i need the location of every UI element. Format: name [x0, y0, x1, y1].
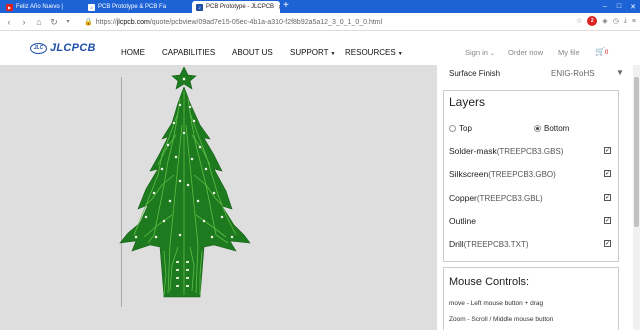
adblock-count: 2: [590, 18, 594, 24]
panel-scrollbar[interactable]: [633, 65, 640, 330]
nav-label: ABOUT US: [232, 48, 273, 57]
layer-row-copper: Copper(TREEPCB3.GBL) ✓: [449, 193, 611, 203]
surface-finish-row: Surface Finish ENIG-RoHS ▼: [449, 68, 624, 78]
layer-row-drill: Drill(TREEPCB3.TXT) ✓: [449, 239, 611, 249]
logo-text: JLCPCB: [50, 42, 96, 54]
close-tab-icon[interactable]: ✕: [278, 4, 280, 11]
layer-name: Solder-mask: [449, 146, 497, 156]
scrollbar-thumb[interactable]: [634, 77, 639, 227]
nav-resources[interactable]: RESOURCES ▼: [345, 48, 403, 57]
mouse-control-line: move - Left mouse button + drag: [449, 300, 544, 307]
mouse-controls-box: Mouse Controls: move - Left mouse button…: [443, 267, 619, 330]
sign-in-link[interactable]: Sign in ⌄: [465, 48, 495, 57]
url-domain: jlcpcb.com: [116, 18, 150, 26]
browser-tab-1[interactable]: J PCB Prototype & PCB Fa: [84, 1, 188, 13]
nav-capabilities[interactable]: CAPABILITIES: [162, 48, 215, 57]
radio-top[interactable]: Top: [449, 124, 472, 133]
radio-selected-icon: [534, 125, 541, 132]
reload-icon[interactable]: ↻: [48, 16, 60, 28]
surface-finish-label: Surface Finish: [449, 69, 501, 78]
history-icon[interactable]: ◷: [613, 17, 619, 25]
site-header: JLC JLCPCB HOME CAPABILITIES ABOUT US SU…: [0, 31, 640, 65]
layer-checkbox[interactable]: ✓: [604, 217, 611, 224]
logo-badge: JLC: [30, 42, 47, 54]
home-icon[interactable]: ⌂: [33, 16, 45, 28]
url-prefix: https://: [95, 18, 117, 26]
nav-label: CAPABILITIES: [162, 48, 216, 57]
surface-finish-value[interactable]: ENIG-RoHS: [551, 69, 595, 78]
tab-label: Feliz Año Nuevo |: [16, 4, 63, 10]
lock-icon: 🔒: [84, 19, 93, 26]
nav-label: RESOURCES: [345, 48, 396, 57]
url-field[interactable]: 🔒 https:// jlcpcb.com /quote/pcbview/09a…: [84, 16, 504, 28]
address-bar: ‹ › ⌂ ↻ ▾ 🔒 https:// jlcpcb.com /quote/p…: [0, 13, 640, 31]
browser-toolbar-right: ☆ 2 ◈ ◷ ⤓ ≡: [576, 16, 636, 26]
layer-row-silkscreen: Silkscreen(TREEPCB3.GBO) ✓: [449, 169, 611, 179]
nav-label: SUPPORT: [290, 48, 329, 57]
close-window-button[interactable]: ✕: [626, 0, 640, 13]
jlcpcb-logo[interactable]: JLC JLCPCB: [30, 42, 96, 54]
download-icon[interactable]: ⤓: [624, 17, 627, 25]
layer-name: Drill: [449, 239, 464, 249]
radio-label: Top: [459, 124, 472, 133]
pcb-options-panel: Surface Finish ENIG-RoHS ▼ Layers Top Bo…: [437, 65, 640, 330]
tab-label: PCB Prototype & PCB Fa: [98, 4, 167, 10]
forward-icon[interactable]: ›: [18, 16, 30, 28]
cart-button[interactable]: 🛒0: [595, 47, 608, 56]
maximize-button[interactable]: □: [612, 0, 626, 13]
layer-name: Outline: [449, 216, 476, 226]
layer-file: (TREEPCB3.GBS): [496, 147, 564, 156]
layer-file: (TREEPCB3.TXT): [463, 240, 529, 249]
new-tab-button[interactable]: +: [283, 1, 289, 11]
chevron-down-icon: ⌄: [490, 51, 496, 57]
history-dropdown-icon[interactable]: ▾: [62, 16, 74, 28]
cart-count: 0: [604, 50, 609, 56]
radio-icon: [449, 125, 456, 132]
mouse-controls-title: Mouse Controls:: [449, 276, 530, 288]
menu-icon[interactable]: ≡: [632, 18, 636, 25]
layer-file: (TREEPCB3.GBO): [488, 170, 556, 179]
layer-checkbox[interactable]: ✓: [604, 147, 611, 154]
layer-row-solder-mask: Solder-mask(TREEPCB3.GBS) ✓: [449, 146, 611, 156]
layer-checkbox[interactable]: ✓: [604, 240, 611, 247]
nav-label: HOME: [121, 48, 145, 57]
mouse-control-line: Zoom - Scroll / Middle mouse button: [449, 316, 554, 323]
layer-name: Silkscreen: [449, 169, 489, 179]
nav-about-us[interactable]: ABOUT US: [232, 48, 273, 57]
pcb-viewer-canvas[interactable]: [0, 65, 437, 330]
browser-tab-2-active[interactable]: J PCB Prototype - JLCPCB ✕: [192, 1, 280, 13]
browser-tab-strip: ▶ Feliz Año Nuevo | J PCB Prototype & PC…: [0, 0, 640, 13]
nav-support[interactable]: SUPPORT ▼: [290, 48, 335, 57]
layers-box: Layers Top Bottom Solder-mask(TREEPCB3.G…: [443, 90, 619, 262]
order-now-link[interactable]: Order now: [508, 48, 543, 57]
window-controls: – □ ✕: [598, 0, 640, 13]
my-file-link[interactable]: My file: [558, 48, 580, 57]
adblock-icon[interactable]: 2: [587, 16, 598, 26]
minimize-button[interactable]: –: [598, 0, 612, 13]
jlc-icon: J: [196, 3, 203, 11]
radio-bottom[interactable]: Bottom: [534, 124, 569, 133]
layer-checkbox[interactable]: ✓: [604, 170, 611, 177]
layer-name: Copper: [449, 193, 477, 203]
youtube-icon: ▶: [6, 3, 13, 11]
caret-down-icon: ▼: [397, 51, 403, 57]
cart-icon: 🛒: [595, 47, 605, 56]
tab-label: PCB Prototype - JLCPCB: [206, 4, 275, 10]
nav-home[interactable]: HOME: [121, 48, 145, 57]
layer-checkbox[interactable]: ✓: [604, 194, 611, 201]
browser-tab-0[interactable]: ▶ Feliz Año Nuevo |: [2, 1, 80, 13]
caret-down-icon: ▼: [330, 51, 336, 57]
dropdown-arrow-icon[interactable]: ▼: [616, 68, 624, 77]
layer-row-outline: Outline ✓: [449, 216, 611, 226]
back-icon[interactable]: ‹: [3, 16, 15, 28]
extension-icon[interactable]: ◈: [602, 17, 607, 25]
star-icon[interactable]: ☆: [576, 17, 582, 25]
radio-label: Bottom: [544, 124, 570, 133]
sign-in-label: Sign in: [465, 48, 488, 57]
jlc-icon: J: [88, 3, 95, 11]
layers-title: Layers: [449, 95, 486, 109]
url-path: /quote/pcbview/09ad7e15-05ec-4b1a-a310-f…: [149, 18, 383, 26]
pcb-christmas-tree-board: [119, 66, 251, 298]
layer-file: (TREEPCB3.GBL): [476, 194, 543, 203]
